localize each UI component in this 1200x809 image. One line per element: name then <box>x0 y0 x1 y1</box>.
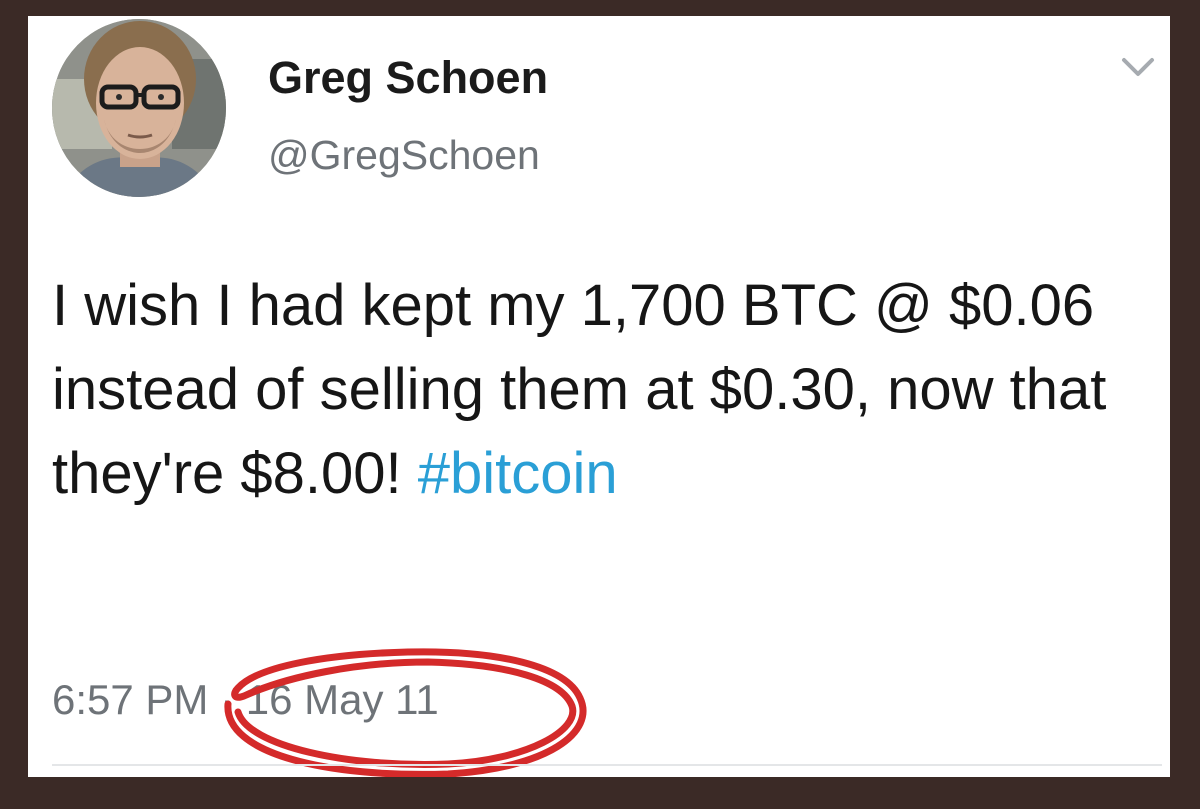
divider <box>52 764 1162 766</box>
tweet-time: 6:57 PM <box>52 676 209 723</box>
tweet-text: I wish I had kept my 1,700 BTC @ $0.06 i… <box>52 264 1162 516</box>
tweet-card: Greg Schoen @GregSchoen I wish I had kep… <box>28 16 1170 777</box>
avatar-photo <box>52 19 226 197</box>
display-name[interactable]: Greg Schoen <box>268 52 548 104</box>
timestamp-separator: · <box>208 676 246 723</box>
hashtag-link[interactable]: #bitcoin <box>418 441 618 506</box>
chevron-down-icon[interactable] <box>1120 52 1156 80</box>
tweet-timestamp[interactable]: 6:57 PM · 16 May 11 <box>52 676 439 724</box>
tweet-date: 16 May 11 <box>245 676 439 723</box>
avatar[interactable] <box>52 19 226 197</box>
user-handle[interactable]: @GregSchoen <box>268 132 540 179</box>
